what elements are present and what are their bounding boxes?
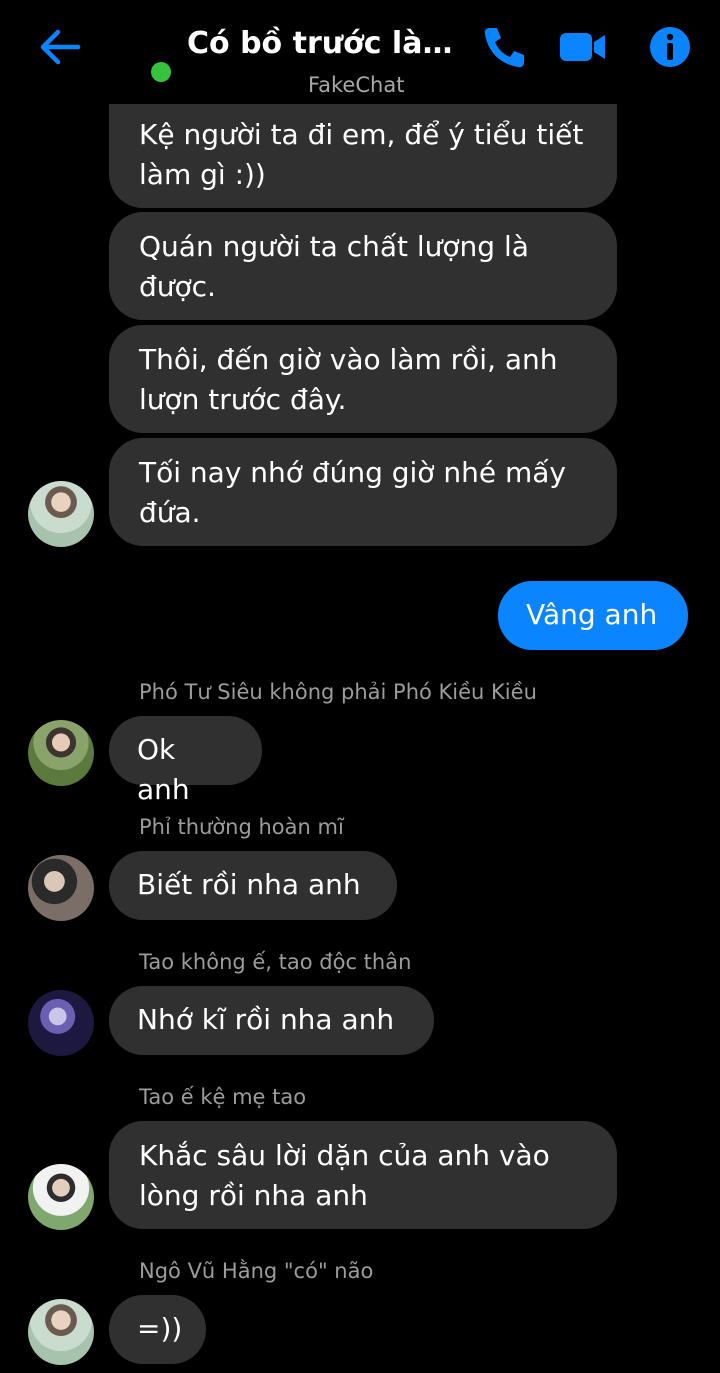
message-bubble[interactable]: Biết rồi nha anh — [109, 851, 397, 920]
message-bubble[interactable]: Ok anh — [109, 716, 262, 806]
back-arrow-icon[interactable] — [36, 24, 82, 70]
chat-subtitle: FakeChat — [308, 73, 405, 97]
own-message-bubble[interactable]: Vâng anh — [498, 581, 688, 650]
phone-call-icon[interactable] — [480, 24, 528, 70]
message-bubble[interactable]: Quán người ta chất lượng là được. — [109, 212, 617, 320]
message-bubble[interactable]: Thôi, đến giờ vào làm rồi, anh lượn trướ… — [109, 325, 617, 433]
sender-name: Tao không ế, tao độc thân — [139, 950, 412, 974]
message-bubble[interactable]: Tối nay nhớ đúng giờ nhé mấy đứa. — [109, 438, 617, 546]
video-call-icon[interactable] — [558, 24, 606, 70]
avatar[interactable] — [28, 855, 94, 921]
sender-name: Ngô Vũ Hằng "có" não — [139, 1259, 374, 1283]
avatar[interactable] — [28, 990, 94, 1056]
avatar[interactable] — [28, 1299, 94, 1365]
message-bubble[interactable]: Khắc sâu lời dặn của anh vào lòng rồi nh… — [109, 1121, 617, 1229]
message-bubble[interactable]: Kệ người ta đi em, để ý tiểu tiết làm gì… — [109, 100, 617, 208]
sender-name: Phỉ thường hoàn mĩ — [139, 815, 344, 839]
message-bubble[interactable]: Nhớ kĩ rồi nha anh — [109, 986, 434, 1055]
sender-name: Phó Tư Siêu không phải Phó Kiều Kiều — [139, 680, 537, 704]
avatar[interactable] — [28, 1164, 94, 1230]
avatar[interactable] — [28, 481, 94, 547]
chat-title[interactable]: Có bồ trước làm... — [187, 26, 472, 61]
message-bubble[interactable]: =)) — [109, 1295, 206, 1364]
chat-header: Có bồ trước làm... FakeChat — [0, 0, 720, 104]
info-icon[interactable] — [646, 24, 694, 70]
online-status-dot — [151, 62, 171, 82]
sender-name: Tao ế kệ mẹ tao — [139, 1085, 307, 1109]
avatar[interactable] — [28, 720, 94, 786]
